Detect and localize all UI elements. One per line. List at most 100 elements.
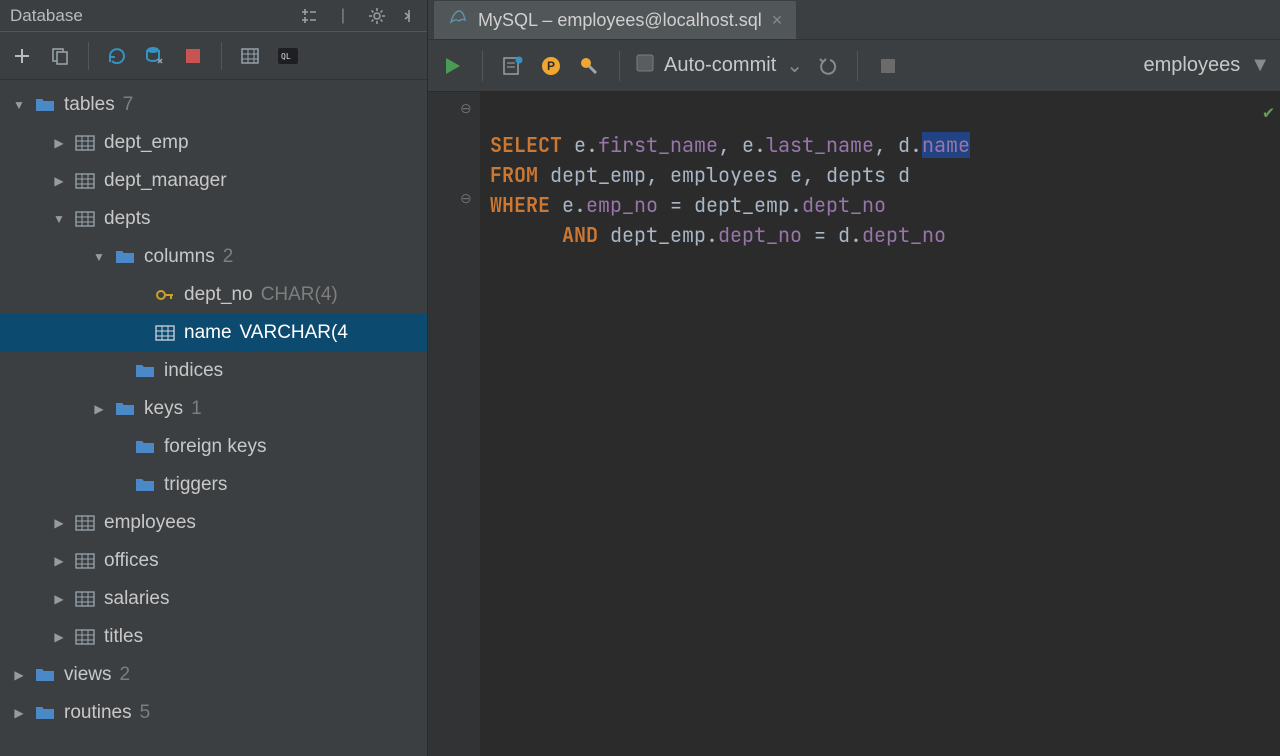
node-type: VARCHAR(4 [240, 322, 348, 343]
stop-square-icon[interactable] [874, 52, 902, 80]
autocommit-label: Auto-commit [664, 54, 776, 77]
fold-icon[interactable]: ⊖ [460, 190, 472, 207]
tree-node-indices[interactable]: ▶ indices [0, 352, 427, 390]
table-icon [74, 170, 96, 192]
sql-editor[interactable]: ✔SELECT e.first_name, e.last_name, d.nam… [480, 92, 1280, 756]
refresh-icon[interactable] [103, 42, 131, 70]
node-label: keys [144, 398, 183, 419]
node-count: 1 [191, 398, 202, 419]
run-icon[interactable] [438, 52, 466, 80]
add-icon[interactable] [8, 42, 36, 70]
code-area: ⊖ ⊖ ✔SELECT e.first_name, e.last_name, d… [428, 92, 1280, 756]
table-icon [74, 626, 96, 648]
folder-icon [134, 436, 156, 458]
console-icon[interactable]: QL [274, 42, 302, 70]
settings-wrench-icon[interactable] [575, 52, 603, 80]
folder-icon [114, 398, 136, 420]
folder-icon [134, 360, 156, 382]
folder-icon [34, 94, 56, 116]
chevron-right-icon[interactable]: ▶ [52, 136, 66, 150]
highlighted-identifier: name [922, 132, 970, 158]
schema-picker[interactable]: employees ▼ [1143, 54, 1270, 77]
chevron-right-icon[interactable]: ▶ [12, 668, 26, 682]
tree-node-dept-manager[interactable]: ▶ dept_manager [0, 162, 427, 200]
parameters-icon[interactable]: P [537, 52, 565, 80]
chevron-right-icon[interactable]: ▶ [52, 592, 66, 606]
primary-key-icon [154, 284, 176, 306]
fold-icon[interactable]: ⊖ [460, 100, 472, 117]
panel-header-icons: | [299, 6, 421, 26]
chevron-right-icon[interactable]: ▶ [92, 402, 106, 416]
chevron-down-icon: ▼ [1250, 54, 1270, 77]
chevron-right-icon[interactable]: ▶ [52, 630, 66, 644]
svg-text:P: P [547, 59, 555, 73]
chevron-down-icon[interactable]: ▼ [92, 250, 106, 264]
tree-node-titles[interactable]: ▶ titles [0, 618, 427, 656]
table-icon [74, 512, 96, 534]
kw-where: WHERE [490, 192, 550, 218]
mysql-icon [448, 8, 468, 33]
chevron-down-icon[interactable]: ▼ [52, 212, 66, 226]
node-count: 7 [123, 94, 134, 115]
app-root: Database | QL ▼ tables7 [0, 0, 1280, 756]
tree-node-salaries[interactable]: ▶ salaries [0, 580, 427, 618]
node-label: name [184, 322, 232, 343]
tree-node-dept-emp[interactable]: ▶ dept_emp [0, 124, 427, 162]
chevron-right-icon[interactable]: ▶ [52, 554, 66, 568]
database-tree[interactable]: ▼ tables7 ▶ dept_emp ▶ dept_manager ▼ de… [0, 80, 427, 756]
node-label: dept_emp [104, 132, 189, 154]
database-panel: Database | QL ▼ tables7 [0, 0, 428, 756]
explain-plan-icon[interactable] [499, 52, 527, 80]
chevron-right-icon[interactable]: ▶ [52, 174, 66, 188]
node-count: 2 [223, 246, 234, 267]
rollback-icon[interactable] [813, 52, 841, 80]
tree-node-depts[interactable]: ▼ depts [0, 200, 427, 238]
node-label: depts [104, 208, 150, 230]
close-icon[interactable]: × [772, 10, 783, 31]
table-icon [74, 588, 96, 610]
gutter[interactable]: ⊖ ⊖ [428, 92, 480, 756]
hide-icon[interactable] [401, 6, 421, 26]
svg-text:QL: QL [281, 52, 291, 61]
table-icon [74, 550, 96, 572]
tree-node-tables[interactable]: ▼ tables7 [0, 86, 427, 124]
editor-toolbar: P Auto-commit ⌄ employees ▼ [428, 40, 1280, 92]
node-label: dept_no [184, 284, 253, 305]
folder-icon [114, 246, 136, 268]
tree-node-columns[interactable]: ▼ columns 2 [0, 238, 427, 276]
table-view-icon[interactable] [236, 42, 264, 70]
table-icon [74, 208, 96, 230]
table-icon [74, 132, 96, 154]
tree-node-views[interactable]: ▶ views2 [0, 656, 427, 694]
chevron-right-icon[interactable]: ▶ [52, 516, 66, 530]
tree-node-triggers[interactable]: ▶ triggers [0, 466, 427, 504]
node-label: routines [64, 702, 132, 723]
datasource-icon[interactable] [141, 42, 169, 70]
chevron-down-icon[interactable]: ⌄ [786, 53, 803, 78]
tree-node-col-dept-no[interactable]: ▶ dept_noCHAR(4) [0, 276, 427, 314]
editor-pane: MySQL – employees@localhost.sql × P Auto… [428, 0, 1280, 756]
tree-node-offices[interactable]: ▶ offices [0, 542, 427, 580]
chevron-right-icon[interactable]: ▶ [12, 706, 26, 720]
collapse-all-icon[interactable] [299, 6, 319, 26]
copy-icon[interactable] [46, 42, 74, 70]
editor-tab[interactable]: MySQL – employees@localhost.sql × [434, 1, 796, 39]
tree-node-routines[interactable]: ▶ routines5 [0, 694, 427, 732]
node-label: columns [144, 246, 215, 267]
node-type: CHAR(4) [261, 284, 338, 305]
node-label: salaries [104, 588, 169, 610]
gear-icon[interactable] [367, 6, 387, 26]
kw-and: AND [562, 222, 598, 248]
node-label: views [64, 664, 112, 685]
panel-title: Database [10, 6, 83, 26]
tree-node-employees[interactable]: ▶ employees [0, 504, 427, 542]
autocommit-toggle[interactable]: Auto-commit ⌄ [636, 53, 803, 78]
tree-node-foreign-keys[interactable]: ▶ foreign keys [0, 428, 427, 466]
tree-node-keys[interactable]: ▶ keys 1 [0, 390, 427, 428]
kw-from: FROM [490, 162, 538, 188]
chevron-down-icon[interactable]: ▼ [12, 98, 26, 112]
stop-icon[interactable] [179, 42, 207, 70]
folder-icon [134, 474, 156, 496]
node-label: foreign keys [164, 436, 266, 458]
tree-node-col-name[interactable]: ▶ nameVARCHAR(4 [0, 314, 427, 352]
